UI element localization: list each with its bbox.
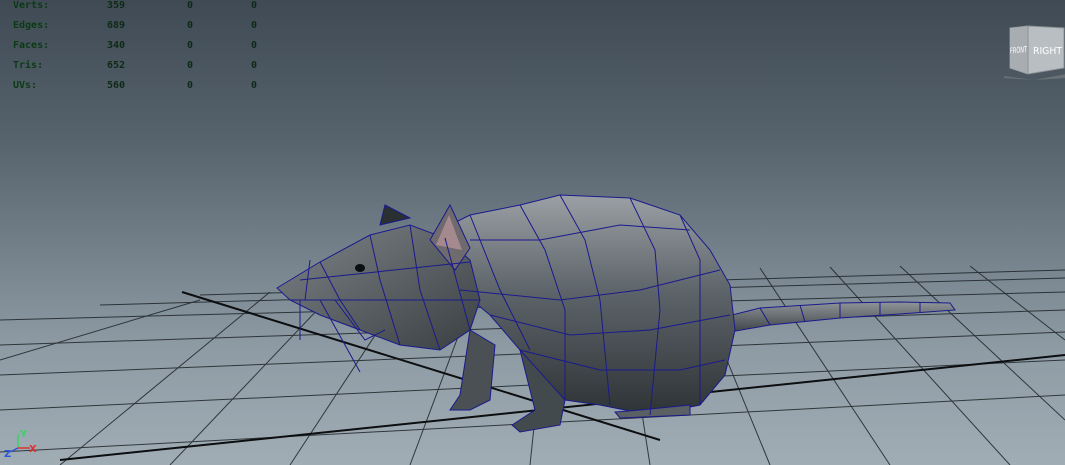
hud-value: 0 [251,40,258,51]
hud-value: 0 [187,40,194,51]
axis-z-label: Z [4,449,11,458]
hud-value: 689 [107,20,126,31]
hud-value: 0 [251,20,258,31]
hud-row-faces: Faces: 340 0 0 [13,40,273,60]
hud-value: 0 [251,60,258,71]
hud-row-tris: Tris: 652 0 0 [13,60,273,80]
hud-label: UVs: [13,80,38,91]
view-cube-right-label[interactable]: RIGHT [1033,46,1063,57]
view-cube-front-label[interactable]: FRONT [1010,45,1027,55]
hud-value: 560 [107,80,126,91]
hud-row-verts: Verts: 359 0 0 [13,0,273,20]
hud-value: 0 [187,60,194,71]
hud-value: 652 [107,60,126,71]
hud-value: 0 [251,80,258,91]
hud-label: Verts: [13,0,50,11]
axis-x-label: X [29,444,37,455]
hud-label: Faces: [13,40,50,51]
hud-row-uvs: UVs: 560 0 0 [13,80,273,100]
hud-label: Tris: [13,60,44,71]
hud-value: 0 [187,20,194,31]
3d-viewport[interactable]: Verts: 359 0 0 Edges: 689 0 0 Faces: 340… [0,0,1065,465]
hud-value: 0 [187,0,194,11]
view-cube-icon[interactable]: FRONT RIGHT [1004,24,1065,80]
axis-indicator-icon: Y X Z [4,429,37,458]
axis-y-label: Y [19,429,28,440]
hud-value: 0 [251,0,258,11]
hud-value: 340 [107,40,126,51]
hud-row-edges: Edges: 689 0 0 [13,20,273,40]
hud-label: Edges: [13,20,50,31]
hud-value: 359 [107,0,126,11]
poly-count-hud: Verts: 359 0 0 Edges: 689 0 0 Faces: 340… [13,0,273,100]
hud-value: 0 [187,80,194,91]
rat-mesh[interactable] [276,194,956,433]
